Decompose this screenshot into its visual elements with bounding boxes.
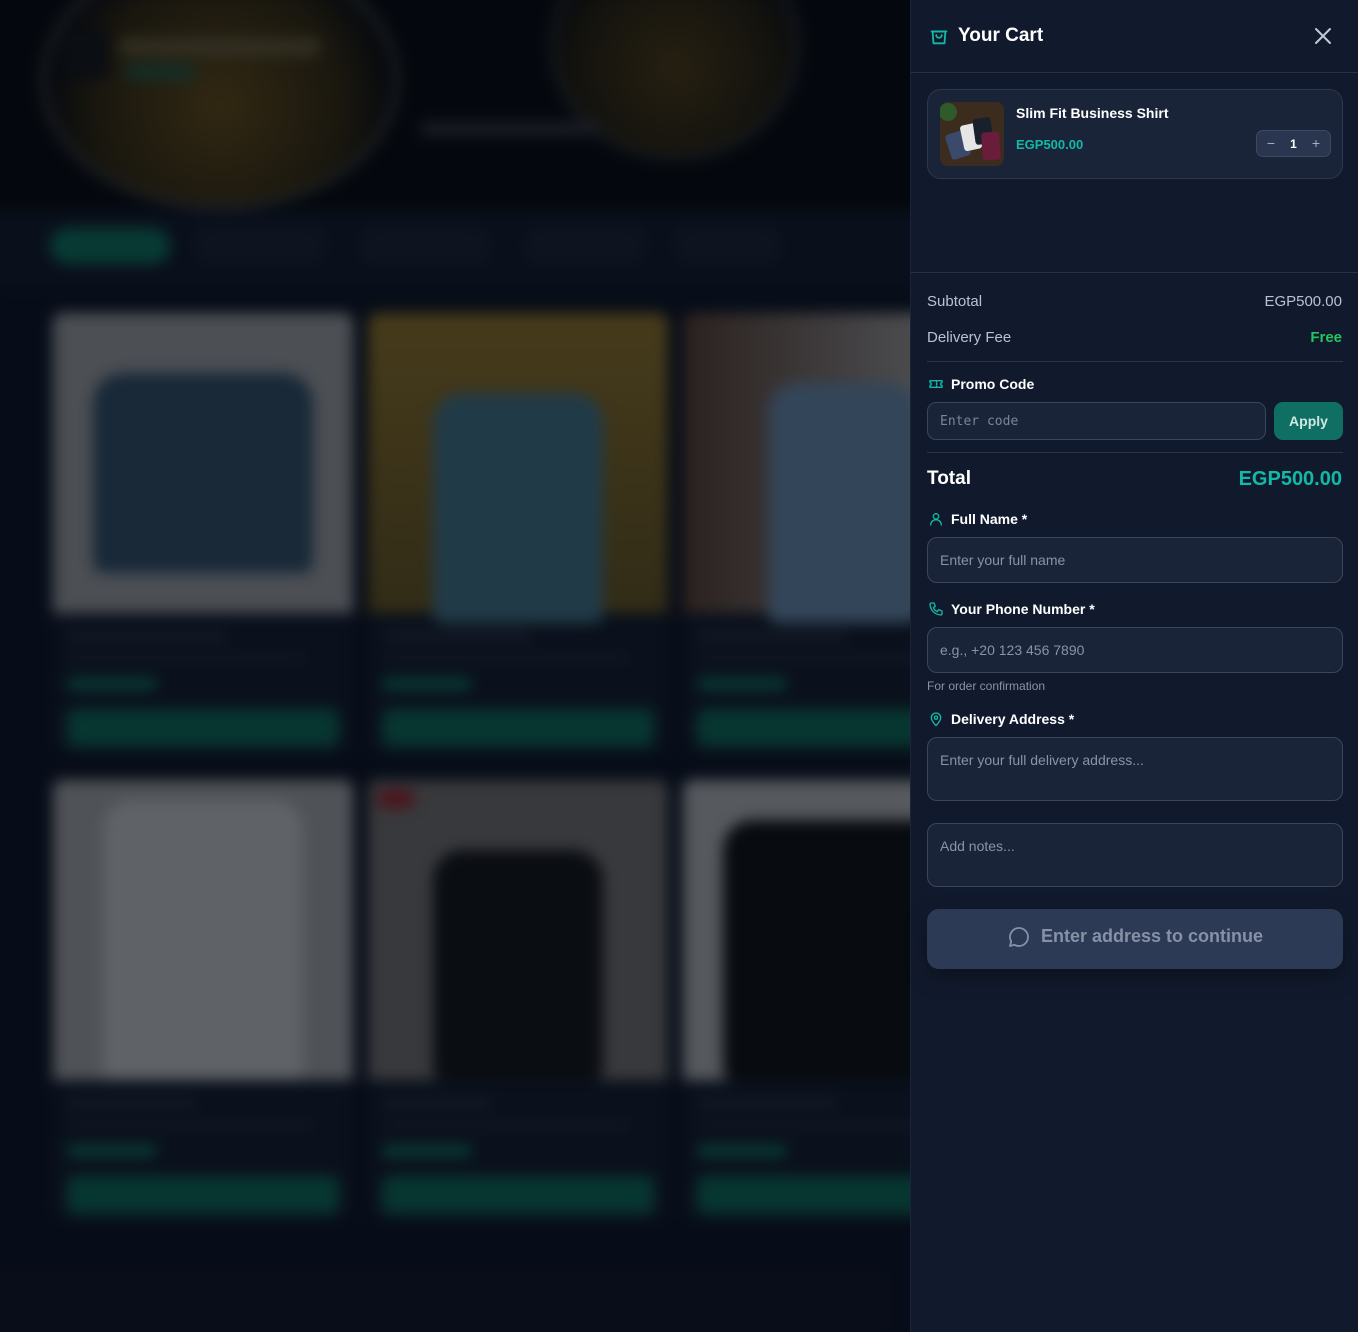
divider — [927, 452, 1343, 453]
delivery-fee-label: Delivery Fee — [927, 329, 1012, 346]
modal-overlay[interactable] — [0, 0, 910, 1332]
total-label: Total — [927, 468, 971, 489]
item-price: EGP500.00 — [1016, 137, 1084, 152]
cart-title: Your Cart — [958, 25, 1044, 46]
increase-quantity-button[interactable]: + — [1304, 131, 1328, 156]
delivery-address-input[interactable] — [927, 737, 1343, 801]
close-icon[interactable] — [1311, 24, 1335, 48]
full-name-input[interactable] — [927, 537, 1343, 583]
total-value: EGP500.00 — [1238, 468, 1342, 490]
cart-drawer: Your Cart Slim Fit Business Shirt EGP500… — [910, 0, 1358, 1332]
shopping-bag-icon — [930, 30, 948, 45]
subtotal-value: EGP500.00 — [1264, 293, 1342, 310]
decrease-quantity-button[interactable]: − — [1259, 131, 1283, 156]
item-name: Slim Fit Business Shirt — [1016, 105, 1169, 121]
continue-button-label: Enter address to continue — [1040, 926, 1264, 946]
quantity-value: 1 — [1290, 137, 1297, 151]
delivery-fee-value: Free — [1310, 329, 1342, 346]
promo-code-label: Promo Code — [951, 376, 1035, 392]
notes-input[interactable] — [927, 823, 1343, 887]
phone-icon — [929, 602, 943, 616]
full-name-label: Full Name * — [951, 511, 1028, 527]
divider — [911, 272, 1358, 273]
phone-hint: For order confirmation — [927, 679, 1046, 693]
product-thumbnail — [940, 102, 1004, 166]
continue-button[interactable]: Enter address to continue — [927, 909, 1343, 969]
continue-button-content: Enter address to continue — [1007, 925, 1263, 949]
cart-item: Slim Fit Business Shirt EGP500.00 − 1 + — [927, 89, 1343, 179]
apply-promo-button[interactable]: Apply — [1274, 402, 1343, 440]
shirts-image — [940, 102, 1004, 166]
storefront-backdrop — [0, 0, 910, 1332]
user-icon — [930, 513, 942, 526]
subtotal-label: Subtotal — [927, 293, 983, 310]
quantity-stepper: − 1 + — [1256, 130, 1331, 157]
promo-code-input[interactable] — [927, 402, 1266, 440]
cart-header: Your Cart — [911, 0, 1358, 73]
divider — [927, 361, 1343, 362]
phone-label: Your Phone Number * — [951, 601, 1095, 617]
map-pin-icon — [930, 712, 942, 727]
chat-bubble-icon — [1009, 926, 1029, 947]
ticket-icon — [929, 380, 943, 388]
delivery-address-label: Delivery Address * — [951, 711, 1075, 727]
phone-input[interactable] — [927, 627, 1343, 673]
